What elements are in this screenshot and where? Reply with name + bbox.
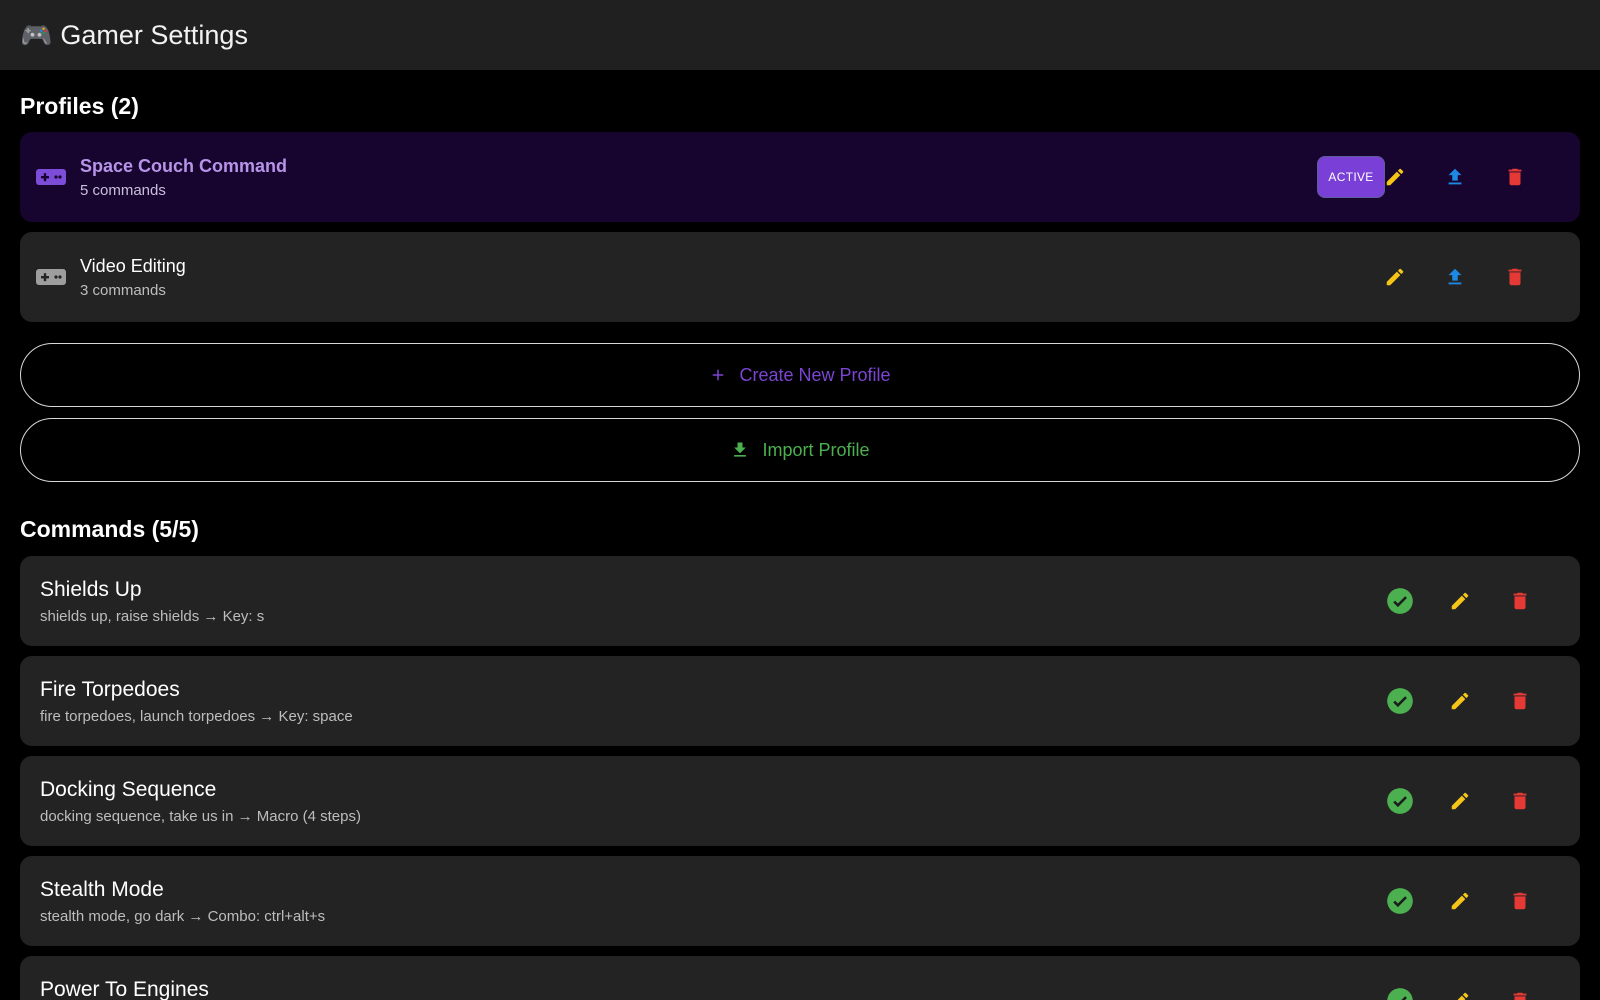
create-profile-label: Create New Profile <box>739 364 891 385</box>
command-card[interactable]: Stealth Mode stealth mode, go dark → Com… <box>20 856 1580 946</box>
command-card[interactable]: Shields Up shields up, raise shields → K… <box>20 556 1580 646</box>
profile-name: Space Couch Command <box>80 156 288 176</box>
command-description: docking sequence, take us in → Macro (4 … <box>40 808 361 825</box>
delete-command-button[interactable] <box>1502 883 1538 919</box>
toggle-enabled-button[interactable] <box>1382 983 1418 1000</box>
command-name: Stealth Mode <box>40 878 164 901</box>
command-description: fire torpedoes, launch torpedoes → Key: … <box>40 708 353 725</box>
toggle-enabled-button[interactable] <box>1382 883 1418 919</box>
edit-command-button[interactable] <box>1442 683 1478 719</box>
trash-icon <box>1513 992 1527 1000</box>
trash-icon <box>1508 268 1522 286</box>
delete-profile-button[interactable] <box>1497 259 1533 295</box>
active-badge: ACTIVE <box>1317 156 1385 198</box>
delete-command-button[interactable] <box>1502 683 1538 719</box>
check-circle-icon <box>1387 788 1413 814</box>
check-circle-icon <box>1387 988 1413 1000</box>
edit-command-button[interactable] <box>1442 783 1478 819</box>
edit-profile-button[interactable] <box>1377 159 1413 195</box>
plus-icon <box>713 369 724 381</box>
profile-command-count: 3 commands <box>80 282 166 299</box>
pencil-icon <box>1451 892 1469 910</box>
edit-command-button[interactable] <box>1442 883 1478 919</box>
gamepad-icon <box>36 162 66 192</box>
command-card[interactable]: Power To Engines <box>20 956 1580 1000</box>
delete-command-button[interactable] <box>1502 583 1538 619</box>
edit-command-button[interactable] <box>1442 983 1478 1000</box>
trash-icon <box>1513 792 1527 810</box>
delete-command-button[interactable] <box>1502 983 1538 1000</box>
create-new-profile-button[interactable]: Create New Profile <box>20 343 1580 407</box>
command-name: Docking Sequence <box>40 778 217 801</box>
pencil-icon <box>1451 792 1469 810</box>
toggle-enabled-button[interactable] <box>1382 783 1418 819</box>
pencil-icon <box>1451 692 1469 710</box>
command-name: Fire Torpedoes <box>40 678 180 701</box>
app-title: Gamer Settings <box>60 19 248 50</box>
profile-name: Video Editing <box>80 256 186 276</box>
command-name: Shields Up <box>40 578 142 601</box>
check-circle-icon <box>1387 688 1413 714</box>
command-name: Power To Engines <box>40 978 209 1000</box>
pencil-icon <box>1386 168 1404 186</box>
gamepad-emoji-icon: 🎮 <box>20 20 53 50</box>
trash-icon <box>1513 892 1527 910</box>
app-bar: 🎮 Gamer Settings <box>0 0 1600 70</box>
trash-icon <box>1508 168 1522 186</box>
pencil-icon <box>1386 268 1404 286</box>
command-description: stealth mode, go dark → Combo: ctrl+alt+… <box>40 908 326 925</box>
profile-command-count: 5 commands <box>80 182 166 199</box>
upload-icon <box>1448 168 1462 185</box>
check-circle-icon <box>1387 588 1413 614</box>
delete-command-button[interactable] <box>1502 783 1538 819</box>
download-icon <box>734 442 747 457</box>
edit-profile-button[interactable] <box>1377 259 1413 295</box>
pencil-icon <box>1457 992 1469 1000</box>
delete-profile-button[interactable] <box>1497 159 1533 195</box>
command-description: shields up, raise shields → Key: s <box>40 608 265 625</box>
export-profile-button[interactable] <box>1437 159 1473 195</box>
edit-command-button[interactable] <box>1442 583 1478 619</box>
pencil-icon <box>1451 592 1469 610</box>
commands-heading: Commands (5/5) <box>20 516 199 542</box>
trash-icon <box>1513 692 1527 710</box>
command-card[interactable]: Fire Torpedoes fire torpedoes, launch to… <box>20 656 1580 746</box>
profile-card-space-couch-command[interactable]: Space Couch Command 5 commands ACTIVE <box>20 132 1580 222</box>
import-profile-button[interactable]: Import Profile <box>20 418 1580 482</box>
profiles-heading: Profiles (2) <box>20 93 139 119</box>
export-profile-button[interactable] <box>1437 259 1473 295</box>
upload-icon <box>1448 268 1462 285</box>
check-circle-icon <box>1387 888 1413 914</box>
command-card[interactable]: Docking Sequence docking sequence, take … <box>20 756 1580 846</box>
trash-icon <box>1513 592 1527 610</box>
profile-card-video-editing[interactable]: Video Editing 3 commands <box>20 232 1580 322</box>
toggle-enabled-button[interactable] <box>1382 583 1418 619</box>
gamepad-icon <box>36 262 66 292</box>
toggle-enabled-button[interactable] <box>1382 683 1418 719</box>
import-profile-label: Import Profile <box>762 439 870 460</box>
